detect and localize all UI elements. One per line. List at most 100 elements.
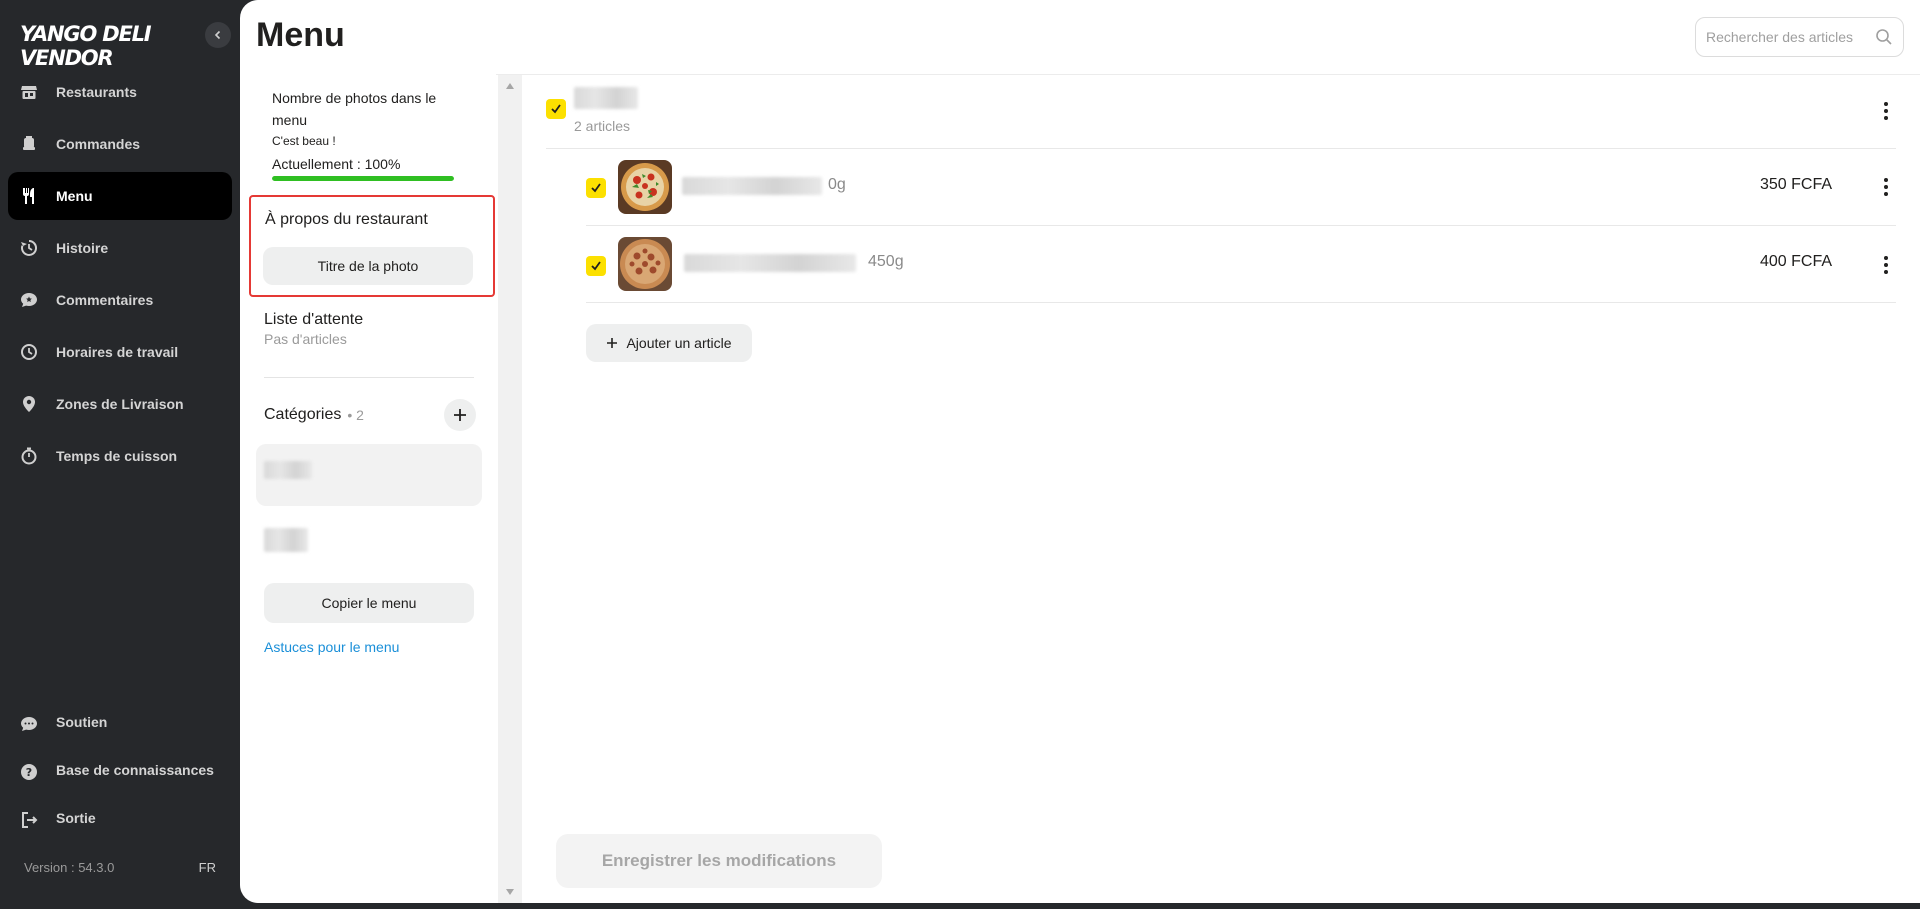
sidebar-item-label: Menu xyxy=(56,188,93,204)
history-icon xyxy=(18,237,40,259)
scroll-up-icon[interactable] xyxy=(506,83,514,89)
plus-icon xyxy=(607,338,618,348)
main-panel: Menu Nombre de photos dans le menu C'est… xyxy=(240,0,1920,903)
search-input[interactable] xyxy=(1706,29,1875,45)
item-checkbox[interactable] xyxy=(586,178,606,198)
item-weight: 450g xyxy=(868,253,904,270)
sidebar-item-label: Zones de Livraison xyxy=(56,396,184,412)
menu-side-panel: Nombre de photos dans le menu C'est beau… xyxy=(240,75,496,903)
version-label: Version : 54.3.0 xyxy=(24,860,115,875)
item-name-redacted xyxy=(682,177,822,195)
sidebar-item-label: Horaires de travail xyxy=(56,344,179,360)
menu-tips-link[interactable]: Astuces pour le menu xyxy=(264,639,399,655)
page-title: Menu xyxy=(256,16,345,54)
save-changes-button[interactable]: Enregistrer les modifications xyxy=(556,834,882,888)
photo-stats-title: Nombre de photos dans le menu xyxy=(272,90,437,128)
location-pin-icon xyxy=(18,393,40,415)
sidebar-item-restaurants[interactable]: Restaurants xyxy=(8,68,232,116)
sidebar-item-delivery-zones[interactable]: Zones de Livraison xyxy=(8,380,232,428)
sidebar-item-label: Base de connaissances xyxy=(56,762,214,778)
sidebar-item-label: Sortie xyxy=(56,810,96,826)
store-icon xyxy=(18,81,40,103)
category-item[interactable] xyxy=(256,511,482,573)
svg-text:?: ? xyxy=(26,766,32,779)
item-name-redacted xyxy=(684,254,856,272)
sidebar-item-label: Temps de cuisson xyxy=(56,448,178,464)
scroll-down-icon[interactable] xyxy=(506,889,514,895)
photo-progress-fill xyxy=(272,176,454,181)
logout-icon xyxy=(18,809,40,831)
waitlist-subtitle: Pas d'articles xyxy=(264,331,347,347)
category-title-redacted xyxy=(574,87,638,109)
category-row: 2 articles xyxy=(546,75,1896,149)
side-panel-scrollbar[interactable] xyxy=(498,75,522,903)
about-restaurant-title: À propos du restaurant xyxy=(265,211,428,228)
categories-title: Catégories xyxy=(264,406,342,423)
sidebar-item-cooking-time[interactable]: Temps de cuisson xyxy=(8,432,232,480)
photo-stats-subtitle: C'est beau ! xyxy=(272,134,336,148)
item-more-icon[interactable] xyxy=(1876,253,1896,277)
check-icon xyxy=(591,261,601,271)
category-name-redacted xyxy=(264,528,308,552)
item-weight: 0g xyxy=(828,176,846,193)
sidebar-item-label: Histoire xyxy=(56,240,109,256)
sidebar-nav: Restaurants Commandes Menu Histoire Comm… xyxy=(8,68,232,484)
sidebar-item-label: Restaurants xyxy=(56,84,137,100)
help-icon: ? xyxy=(18,761,40,783)
comment-icon xyxy=(18,289,40,311)
sidebar-item-label: Soutien xyxy=(56,714,108,730)
timer-icon xyxy=(18,445,40,467)
menu-item-row[interactable]: 450g 400 FCFA xyxy=(586,226,1896,303)
collapse-sidebar-button[interactable] xyxy=(205,22,231,48)
category-checkbox[interactable] xyxy=(546,99,566,119)
search-icon[interactable] xyxy=(1875,28,1893,46)
chat-icon xyxy=(18,713,40,735)
item-price: 350 FCFA xyxy=(1759,176,1832,193)
sidebar-item-label: Commandes xyxy=(56,136,141,152)
photo-progress-bar xyxy=(272,176,454,181)
check-icon xyxy=(551,104,561,114)
sidebar-item-orders[interactable]: Commandes xyxy=(8,120,232,168)
photo-stats-current: Actuellement : 100% xyxy=(272,156,401,172)
sidebar-item-history[interactable]: Histoire xyxy=(8,224,232,272)
sidebar: YANGO DELI VENDOR Restaurants Commandes xyxy=(0,0,240,909)
category-item-count: 2 articles xyxy=(574,118,631,134)
item-more-icon[interactable] xyxy=(1876,175,1896,199)
sidebar-bottom-nav: Soutien ? Base de connaissances Sortie xyxy=(8,700,232,844)
plus-icon xyxy=(454,409,466,421)
add-item-label: Ajouter un article xyxy=(626,335,732,351)
chevron-left-icon xyxy=(214,30,221,40)
sidebar-item-menu[interactable]: Menu xyxy=(8,172,232,220)
category-item[interactable] xyxy=(256,444,482,506)
category-name-redacted xyxy=(264,461,312,479)
waitlist-section[interactable]: Liste d'attente Pas d'articles xyxy=(264,311,363,347)
menu-content: 2 articles 0g 350 FCFA 450g 400 FCFA Ajo… xyxy=(522,75,1920,903)
app-window: YANGO DELI VENDOR Restaurants Commandes xyxy=(0,0,1920,909)
photo-stats: Nombre de photos dans le menu C'est beau… xyxy=(272,87,462,181)
categories-header: Catégories • 2 xyxy=(264,399,476,431)
search-box xyxy=(1695,17,1904,57)
item-photo[interactable] xyxy=(618,237,672,291)
section-divider xyxy=(264,377,474,378)
item-photo[interactable] xyxy=(618,160,672,214)
cutlery-icon xyxy=(18,185,40,207)
item-checkbox[interactable] xyxy=(586,256,606,276)
about-restaurant-section: À propos du restaurant Titre de la photo xyxy=(249,195,495,297)
clock-icon xyxy=(18,341,40,363)
bell-icon xyxy=(18,133,40,155)
sidebar-item-working-hours[interactable]: Horaires de travail xyxy=(8,328,232,376)
add-category-button[interactable] xyxy=(444,399,476,431)
item-price: 400 FCFA xyxy=(1759,253,1832,270)
sidebar-item-logout[interactable]: Sortie xyxy=(8,796,232,840)
language-switcher[interactable]: FR xyxy=(199,860,216,875)
menu-item-row[interactable]: 0g 350 FCFA xyxy=(586,149,1896,226)
photo-title-button[interactable]: Titre de la photo xyxy=(263,247,473,285)
copy-menu-button[interactable]: Copier le menu xyxy=(264,583,474,623)
sidebar-item-comments[interactable]: Commentaires xyxy=(8,276,232,324)
add-item-button[interactable]: Ajouter un article xyxy=(586,324,752,362)
categories-count: • 2 xyxy=(347,407,364,423)
sidebar-item-knowledge-base[interactable]: ? Base de connaissances xyxy=(8,748,232,792)
version-row: Version : 54.3.0 FR xyxy=(24,860,216,875)
sidebar-item-support[interactable]: Soutien xyxy=(8,700,232,744)
category-more-icon[interactable] xyxy=(1876,99,1896,123)
